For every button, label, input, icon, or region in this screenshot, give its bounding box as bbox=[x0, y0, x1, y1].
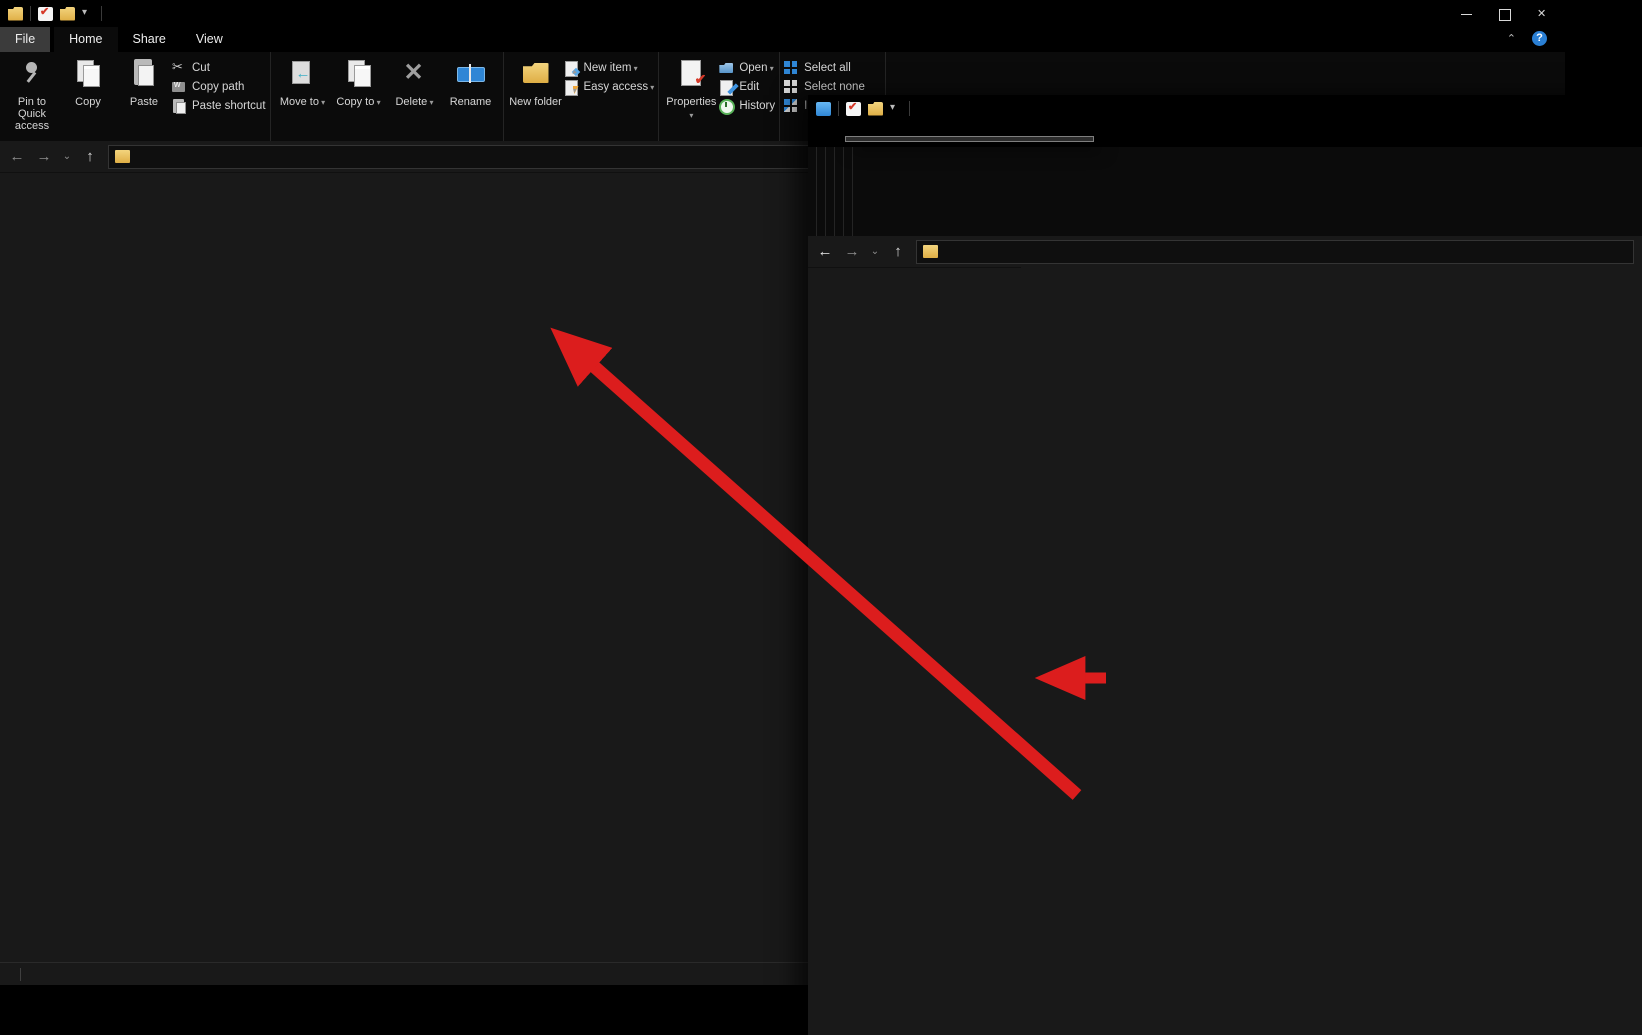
explorer-window-desktop: ← → ⌄ ↑ bbox=[808, 95, 1642, 1035]
up-icon[interactable]: ↑ bbox=[889, 243, 907, 260]
ribbon-button-icon bbox=[456, 58, 486, 88]
ribbon-group-new: New folder New item Easy access bbox=[504, 52, 660, 141]
ribbon-group-open: Properties Open Edit History bbox=[659, 52, 781, 141]
folder-icon bbox=[923, 245, 938, 258]
address-bar: ← → ⌄ ↑ bbox=[808, 236, 1642, 268]
ribbon-small-icon bbox=[784, 61, 799, 75]
ribbon-group-select bbox=[844, 147, 853, 236]
ribbon bbox=[808, 147, 1642, 236]
ribbon-group-clipboard: Pin to Quick accessCopyPaste Cut Copy pat… bbox=[0, 52, 271, 141]
navigation-pane bbox=[0, 174, 227, 962]
ribbon-small-button[interactable]: Select all bbox=[784, 61, 881, 75]
ribbon-group-open bbox=[835, 147, 844, 236]
chevron-down-icon[interactable] bbox=[890, 102, 902, 116]
ribbon-small-button[interactable]: Edit bbox=[719, 80, 775, 96]
ribbon-small-icon bbox=[564, 80, 579, 96]
folder-icon[interactable] bbox=[868, 101, 883, 116]
ribbon-small-button[interactable]: History bbox=[719, 99, 775, 115]
back-icon[interactable]: ← bbox=[816, 243, 834, 260]
ribbon-group-new bbox=[826, 147, 835, 236]
ribbon-button-icon bbox=[129, 58, 159, 88]
ribbon-button[interactable]: Copy bbox=[60, 55, 116, 132]
ribbon-button-icon bbox=[400, 58, 430, 88]
ribbon-small-button[interactable]: Paste shortcut bbox=[172, 99, 266, 114]
history-chevron-icon[interactable]: ⌄ bbox=[870, 246, 880, 257]
ribbon-small-icon bbox=[719, 80, 734, 96]
ribbon-small-icon bbox=[719, 61, 734, 75]
ribbon-small-button[interactable]: New item bbox=[564, 61, 655, 77]
ribbon-button-icon bbox=[288, 58, 318, 88]
ribbon-button[interactable]: Move to bbox=[275, 55, 331, 109]
ribbon-button[interactable]: Paste bbox=[116, 55, 172, 132]
up-icon[interactable]: ↑ bbox=[81, 148, 99, 165]
ribbon-button-icon bbox=[17, 58, 47, 88]
help-icon[interactable]: ? bbox=[1532, 31, 1547, 46]
folder-icon bbox=[8, 6, 23, 21]
ribbon-button-icon bbox=[73, 58, 103, 88]
ribbon-button-icon bbox=[676, 58, 706, 88]
ribbon-small-button[interactable]: Easy access bbox=[564, 80, 655, 96]
breadcrumb[interactable] bbox=[916, 239, 1634, 264]
ribbon-small-button[interactable]: Cut bbox=[172, 59, 266, 75]
ribbon-small-button[interactable]: Select none bbox=[784, 80, 881, 94]
maximize-button[interactable] bbox=[1499, 8, 1511, 21]
titlebar bbox=[808, 95, 1642, 122]
collapse-ribbon-icon[interactable]: ⌃ bbox=[1507, 32, 1516, 45]
ribbon-button[interactable]: New folder bbox=[508, 55, 564, 108]
divider bbox=[838, 101, 839, 116]
ribbon-small-icon bbox=[172, 59, 187, 75]
checkbox-app-icon[interactable] bbox=[846, 100, 861, 116]
ribbon-small-button[interactable]: Copy path bbox=[172, 79, 266, 94]
ribbon-tab[interactable]: View bbox=[181, 27, 238, 52]
ribbon-button-icon bbox=[521, 58, 551, 88]
ribbon-small-icon bbox=[784, 99, 799, 113]
ribbon-small-icon bbox=[172, 79, 187, 94]
forward-icon[interactable]: → bbox=[35, 148, 53, 165]
divider bbox=[20, 967, 21, 981]
ribbon-button[interactable]: Copy to bbox=[331, 55, 387, 109]
forward-icon[interactable]: → bbox=[843, 243, 861, 260]
ribbon-button[interactable]: Pin to Quick access bbox=[4, 55, 60, 132]
ribbon-button[interactable]: Rename bbox=[443, 55, 499, 109]
checkbox-app-icon[interactable] bbox=[38, 5, 53, 21]
ribbon-group-clipboard bbox=[808, 147, 817, 236]
folder-icon[interactable] bbox=[60, 6, 75, 21]
ribbon-small-icon bbox=[172, 99, 187, 114]
ribbon-small-button[interactable]: Open bbox=[719, 61, 775, 75]
ribbon-small-icon bbox=[719, 99, 736, 115]
ribbon-small-icon bbox=[564, 61, 579, 77]
ribbon-group-organise: Move toCopy toDeleteRename bbox=[271, 52, 504, 141]
divider bbox=[909, 101, 910, 116]
divider bbox=[30, 6, 31, 21]
divider bbox=[101, 6, 102, 21]
minimize-button[interactable] bbox=[1461, 8, 1473, 20]
app-icon bbox=[816, 101, 831, 116]
ribbon-group-organise bbox=[817, 147, 826, 236]
ribbon-tabs: File Home Share View ⌃ ? bbox=[0, 27, 1565, 52]
ribbon-button[interactable]: Properties bbox=[663, 55, 719, 122]
ribbon-tab[interactable]: File bbox=[0, 27, 51, 52]
titlebar bbox=[0, 0, 1565, 27]
close-button[interactable] bbox=[1537, 7, 1549, 20]
ribbon-button[interactable]: Delete bbox=[387, 55, 443, 109]
ribbon-small-icon bbox=[784, 80, 799, 94]
history-chevron-icon[interactable]: ⌄ bbox=[62, 151, 72, 162]
context-menu bbox=[845, 136, 1094, 142]
file-grid bbox=[808, 266, 1642, 1035]
ribbon-tab[interactable]: Share bbox=[118, 27, 181, 52]
ribbon-tab[interactable]: Home bbox=[54, 27, 118, 52]
ribbon-button-icon bbox=[344, 58, 374, 88]
chevron-down-icon[interactable] bbox=[82, 7, 94, 21]
back-icon[interactable]: ← bbox=[8, 148, 26, 165]
folder-icon bbox=[115, 150, 130, 163]
ribbon-tabs bbox=[808, 122, 1642, 147]
